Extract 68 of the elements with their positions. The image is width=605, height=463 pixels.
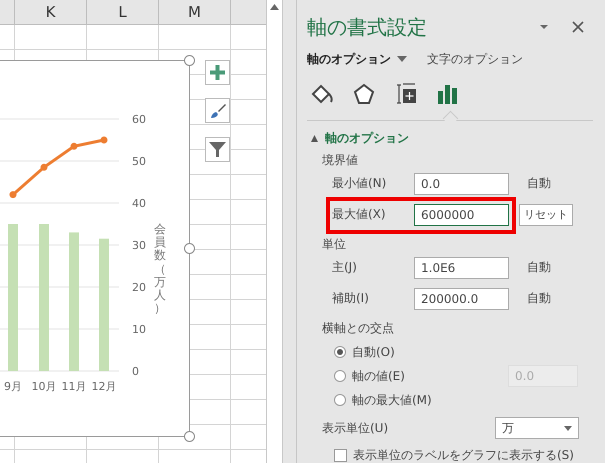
section-header[interactable]: 軸のオプション: [307, 130, 409, 146]
field-label: 表示単位(U): [322, 420, 390, 436]
resize-handle[interactable]: [184, 55, 195, 66]
data-point: [70, 142, 78, 150]
chart-filters-button[interactable]: [205, 137, 230, 162]
axis-tick-label: 60: [132, 113, 146, 126]
axis-tick-label: 50: [132, 155, 146, 168]
auto-label: 自動: [527, 259, 551, 276]
auto-label: 自動: [527, 175, 551, 192]
collapse-triangle-icon: [311, 134, 318, 142]
resize-handle[interactable]: [184, 431, 195, 442]
axis-tick-label: 10: [132, 323, 146, 336]
group-label: 境界値: [322, 152, 359, 168]
scroll-up-icon[interactable]: [270, 4, 279, 10]
data-point: [100, 136, 108, 144]
field-label: 主(J): [332, 259, 358, 276]
column-header[interactable]: M: [159, 0, 231, 24]
radio-button[interactable]: [334, 394, 346, 406]
column-header[interactable]: L: [87, 0, 159, 24]
axis-tick-label: 0: [132, 365, 139, 378]
axis-tick-label: 30: [132, 239, 146, 252]
field-label: 補助(I): [332, 290, 370, 307]
vertical-scrollbar[interactable]: [266, 0, 283, 463]
field-label: 最大値(X): [332, 206, 387, 223]
axis-tick-label: 40: [132, 197, 146, 210]
input-field[interactable]: 0.0: [414, 172, 509, 194]
dropdown-caret-icon: [564, 426, 572, 430]
bar-chart-icon: [437, 83, 459, 105]
radio-button[interactable]: [334, 370, 346, 382]
data-point: [40, 164, 48, 171]
checkbox[interactable]: [334, 448, 347, 462]
group-label: 単位: [322, 236, 347, 252]
input-field[interactable]: 1.0E6: [414, 256, 509, 278]
checkbox-label: 表示単位のラベルをグラフに表示する(S): [353, 446, 574, 463]
column-header[interactable]: K: [15, 0, 87, 24]
input-field[interactable]: 6000000: [414, 204, 509, 226]
options-tab[interactable]: 軸のオプション: [307, 50, 407, 68]
axis-category-label: 12月: [92, 380, 116, 393]
unit-dropdown[interactable]: 万: [495, 417, 579, 439]
group-label: 横軸との交点: [322, 320, 395, 336]
axis-category-label: 9月: [4, 380, 22, 393]
paint-bucket-icon: [310, 83, 334, 105]
radio-button[interactable]: [334, 346, 346, 358]
caret-icon: [397, 56, 407, 62]
field-label: 最小値(N): [332, 175, 388, 192]
resize-handle[interactable]: [184, 243, 195, 254]
chart-elements-button[interactable]: [205, 60, 230, 85]
pane-title: 軸の書式設定: [307, 14, 428, 40]
axis-category-label: 11月: [62, 380, 86, 393]
axis-category-label: 10月: [32, 380, 56, 393]
radio-label: 軸の最大値(M): [352, 392, 433, 408]
axis-title: 会員数（万人）: [154, 223, 166, 316]
data-point: [10, 191, 16, 198]
auto-label: 自動: [527, 290, 551, 307]
plus-icon: [210, 65, 225, 80]
input-field[interactable]: 200000.0: [414, 288, 509, 310]
reset-button[interactable]: リセット: [519, 204, 573, 226]
paintbrush-icon: [208, 102, 226, 120]
axis-tick-label: 20: [132, 281, 146, 294]
pentagon-icon: [353, 83, 375, 105]
radio-label: 軸の値(E): [352, 368, 406, 384]
close-icon[interactable]: [571, 20, 585, 34]
size-properties-icon: [395, 82, 417, 106]
options-tab[interactable]: 文字のオプション: [427, 50, 523, 68]
chart-styles-button[interactable]: [205, 98, 230, 123]
radio-label: 自動(O): [352, 344, 396, 360]
funnel-icon: [209, 141, 226, 158]
category-tab[interactable]: [351, 81, 377, 107]
